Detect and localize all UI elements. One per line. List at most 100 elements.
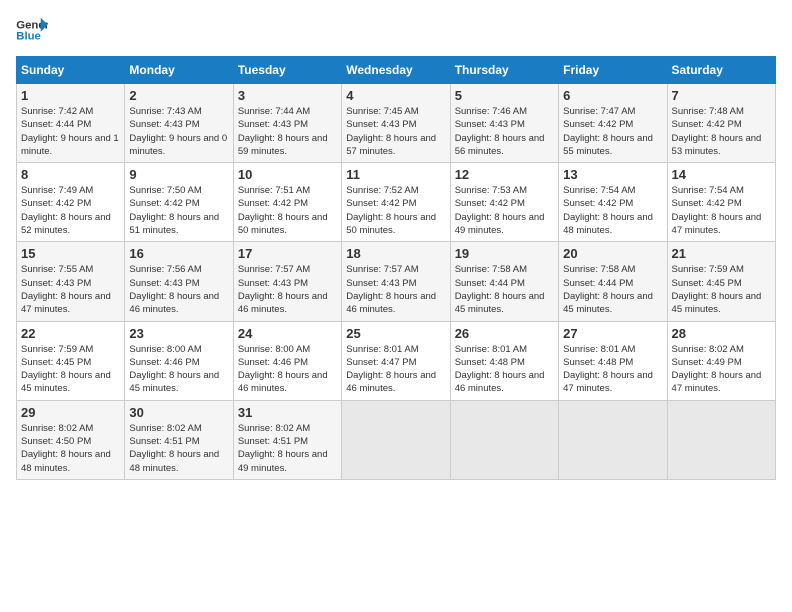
day-info: Sunrise: 7:50 AM Sunset: 4:42 PM Dayligh… [129, 184, 228, 237]
calendar-cell-day-31: 31 Sunrise: 8:02 AM Sunset: 4:51 PM Dayl… [233, 400, 341, 479]
empty-cell [450, 400, 558, 479]
day-number: 21 [672, 246, 771, 261]
day-number: 29 [21, 405, 120, 420]
calendar-cell-day-22: 22 Sunrise: 7:59 AM Sunset: 4:45 PM Dayl… [17, 321, 125, 400]
calendar-cell-day-17: 17 Sunrise: 7:57 AM Sunset: 4:43 PM Dayl… [233, 242, 341, 321]
day-info: Sunrise: 8:02 AM Sunset: 4:49 PM Dayligh… [672, 343, 771, 396]
page-header: General Blue [16, 16, 776, 44]
day-number: 7 [672, 88, 771, 103]
empty-cell [342, 400, 450, 479]
day-info: Sunrise: 7:42 AM Sunset: 4:44 PM Dayligh… [21, 105, 120, 158]
day-number: 1 [21, 88, 120, 103]
day-info: Sunrise: 7:58 AM Sunset: 4:44 PM Dayligh… [455, 263, 554, 316]
empty-cell [667, 400, 775, 479]
calendar-cell-day-24: 24 Sunrise: 8:00 AM Sunset: 4:46 PM Dayl… [233, 321, 341, 400]
day-info: Sunrise: 7:55 AM Sunset: 4:43 PM Dayligh… [21, 263, 120, 316]
day-info: Sunrise: 8:00 AM Sunset: 4:46 PM Dayligh… [238, 343, 337, 396]
svg-text:Blue: Blue [16, 31, 41, 43]
day-number: 17 [238, 246, 337, 261]
day-number: 30 [129, 405, 228, 420]
weekday-header-sunday: Sunday [17, 57, 125, 84]
calendar-cell-day-8: 8 Sunrise: 7:49 AM Sunset: 4:42 PM Dayli… [17, 163, 125, 242]
day-info: Sunrise: 7:57 AM Sunset: 4:43 PM Dayligh… [238, 263, 337, 316]
calendar-cell-day-11: 11 Sunrise: 7:52 AM Sunset: 4:42 PM Dayl… [342, 163, 450, 242]
calendar-cell-day-7: 7 Sunrise: 7:48 AM Sunset: 4:42 PM Dayli… [667, 84, 775, 163]
day-info: Sunrise: 7:59 AM Sunset: 4:45 PM Dayligh… [672, 263, 771, 316]
calendar-cell-day-18: 18 Sunrise: 7:57 AM Sunset: 4:43 PM Dayl… [342, 242, 450, 321]
calendar-cell-day-13: 13 Sunrise: 7:54 AM Sunset: 4:42 PM Dayl… [559, 163, 667, 242]
day-number: 27 [563, 326, 662, 341]
day-number: 15 [21, 246, 120, 261]
day-info: Sunrise: 8:02 AM Sunset: 4:51 PM Dayligh… [238, 422, 337, 475]
empty-cell [559, 400, 667, 479]
day-number: 2 [129, 88, 228, 103]
day-info: Sunrise: 8:01 AM Sunset: 4:48 PM Dayligh… [455, 343, 554, 396]
day-info: Sunrise: 7:56 AM Sunset: 4:43 PM Dayligh… [129, 263, 228, 316]
calendar-cell-day-30: 30 Sunrise: 8:02 AM Sunset: 4:51 PM Dayl… [125, 400, 233, 479]
day-number: 4 [346, 88, 445, 103]
day-number: 18 [346, 246, 445, 261]
day-info: Sunrise: 8:02 AM Sunset: 4:50 PM Dayligh… [21, 422, 120, 475]
day-info: Sunrise: 7:43 AM Sunset: 4:43 PM Dayligh… [129, 105, 228, 158]
calendar-cell-day-19: 19 Sunrise: 7:58 AM Sunset: 4:44 PM Dayl… [450, 242, 558, 321]
day-number: 9 [129, 167, 228, 182]
day-info: Sunrise: 7:58 AM Sunset: 4:44 PM Dayligh… [563, 263, 662, 316]
day-info: Sunrise: 7:46 AM Sunset: 4:43 PM Dayligh… [455, 105, 554, 158]
weekday-header-tuesday: Tuesday [233, 57, 341, 84]
calendar-cell-day-3: 3 Sunrise: 7:44 AM Sunset: 4:43 PM Dayli… [233, 84, 341, 163]
day-number: 24 [238, 326, 337, 341]
calendar-cell-day-21: 21 Sunrise: 7:59 AM Sunset: 4:45 PM Dayl… [667, 242, 775, 321]
calendar-cell-day-14: 14 Sunrise: 7:54 AM Sunset: 4:42 PM Dayl… [667, 163, 775, 242]
weekday-header-friday: Friday [559, 57, 667, 84]
day-number: 22 [21, 326, 120, 341]
day-number: 20 [563, 246, 662, 261]
day-number: 16 [129, 246, 228, 261]
calendar-table: SundayMondayTuesdayWednesdayThursdayFrid… [16, 56, 776, 480]
calendar-cell-day-6: 6 Sunrise: 7:47 AM Sunset: 4:42 PM Dayli… [559, 84, 667, 163]
calendar-cell-day-4: 4 Sunrise: 7:45 AM Sunset: 4:43 PM Dayli… [342, 84, 450, 163]
day-number: 26 [455, 326, 554, 341]
day-info: Sunrise: 7:44 AM Sunset: 4:43 PM Dayligh… [238, 105, 337, 158]
day-info: Sunrise: 7:54 AM Sunset: 4:42 PM Dayligh… [563, 184, 662, 237]
calendar-cell-day-15: 15 Sunrise: 7:55 AM Sunset: 4:43 PM Dayl… [17, 242, 125, 321]
day-info: Sunrise: 8:02 AM Sunset: 4:51 PM Dayligh… [129, 422, 228, 475]
weekday-header-monday: Monday [125, 57, 233, 84]
calendar-cell-day-23: 23 Sunrise: 8:00 AM Sunset: 4:46 PM Dayl… [125, 321, 233, 400]
day-number: 11 [346, 167, 445, 182]
day-number: 13 [563, 167, 662, 182]
calendar-cell-day-2: 2 Sunrise: 7:43 AM Sunset: 4:43 PM Dayli… [125, 84, 233, 163]
calendar-cell-day-12: 12 Sunrise: 7:53 AM Sunset: 4:42 PM Dayl… [450, 163, 558, 242]
day-number: 23 [129, 326, 228, 341]
day-info: Sunrise: 7:48 AM Sunset: 4:42 PM Dayligh… [672, 105, 771, 158]
calendar-cell-day-10: 10 Sunrise: 7:51 AM Sunset: 4:42 PM Dayl… [233, 163, 341, 242]
calendar-cell-day-1: 1 Sunrise: 7:42 AM Sunset: 4:44 PM Dayli… [17, 84, 125, 163]
day-number: 3 [238, 88, 337, 103]
day-number: 5 [455, 88, 554, 103]
logo: General Blue [16, 16, 48, 44]
weekday-header-wednesday: Wednesday [342, 57, 450, 84]
calendar-cell-day-16: 16 Sunrise: 7:56 AM Sunset: 4:43 PM Dayl… [125, 242, 233, 321]
day-info: Sunrise: 7:47 AM Sunset: 4:42 PM Dayligh… [563, 105, 662, 158]
calendar-cell-day-20: 20 Sunrise: 7:58 AM Sunset: 4:44 PM Dayl… [559, 242, 667, 321]
day-info: Sunrise: 7:59 AM Sunset: 4:45 PM Dayligh… [21, 343, 120, 396]
day-info: Sunrise: 7:51 AM Sunset: 4:42 PM Dayligh… [238, 184, 337, 237]
day-info: Sunrise: 7:52 AM Sunset: 4:42 PM Dayligh… [346, 184, 445, 237]
day-info: Sunrise: 7:49 AM Sunset: 4:42 PM Dayligh… [21, 184, 120, 237]
day-info: Sunrise: 8:01 AM Sunset: 4:47 PM Dayligh… [346, 343, 445, 396]
calendar-cell-day-28: 28 Sunrise: 8:02 AM Sunset: 4:49 PM Dayl… [667, 321, 775, 400]
day-info: Sunrise: 7:45 AM Sunset: 4:43 PM Dayligh… [346, 105, 445, 158]
day-info: Sunrise: 8:00 AM Sunset: 4:46 PM Dayligh… [129, 343, 228, 396]
day-info: Sunrise: 7:53 AM Sunset: 4:42 PM Dayligh… [455, 184, 554, 237]
day-number: 12 [455, 167, 554, 182]
day-number: 19 [455, 246, 554, 261]
calendar-cell-day-27: 27 Sunrise: 8:01 AM Sunset: 4:48 PM Dayl… [559, 321, 667, 400]
day-info: Sunrise: 7:54 AM Sunset: 4:42 PM Dayligh… [672, 184, 771, 237]
calendar-cell-day-9: 9 Sunrise: 7:50 AM Sunset: 4:42 PM Dayli… [125, 163, 233, 242]
day-info: Sunrise: 7:57 AM Sunset: 4:43 PM Dayligh… [346, 263, 445, 316]
calendar-cell-day-26: 26 Sunrise: 8:01 AM Sunset: 4:48 PM Dayl… [450, 321, 558, 400]
weekday-header-saturday: Saturday [667, 57, 775, 84]
day-number: 31 [238, 405, 337, 420]
calendar-cell-day-25: 25 Sunrise: 8:01 AM Sunset: 4:47 PM Dayl… [342, 321, 450, 400]
day-number: 25 [346, 326, 445, 341]
calendar-cell-day-29: 29 Sunrise: 8:02 AM Sunset: 4:50 PM Dayl… [17, 400, 125, 479]
